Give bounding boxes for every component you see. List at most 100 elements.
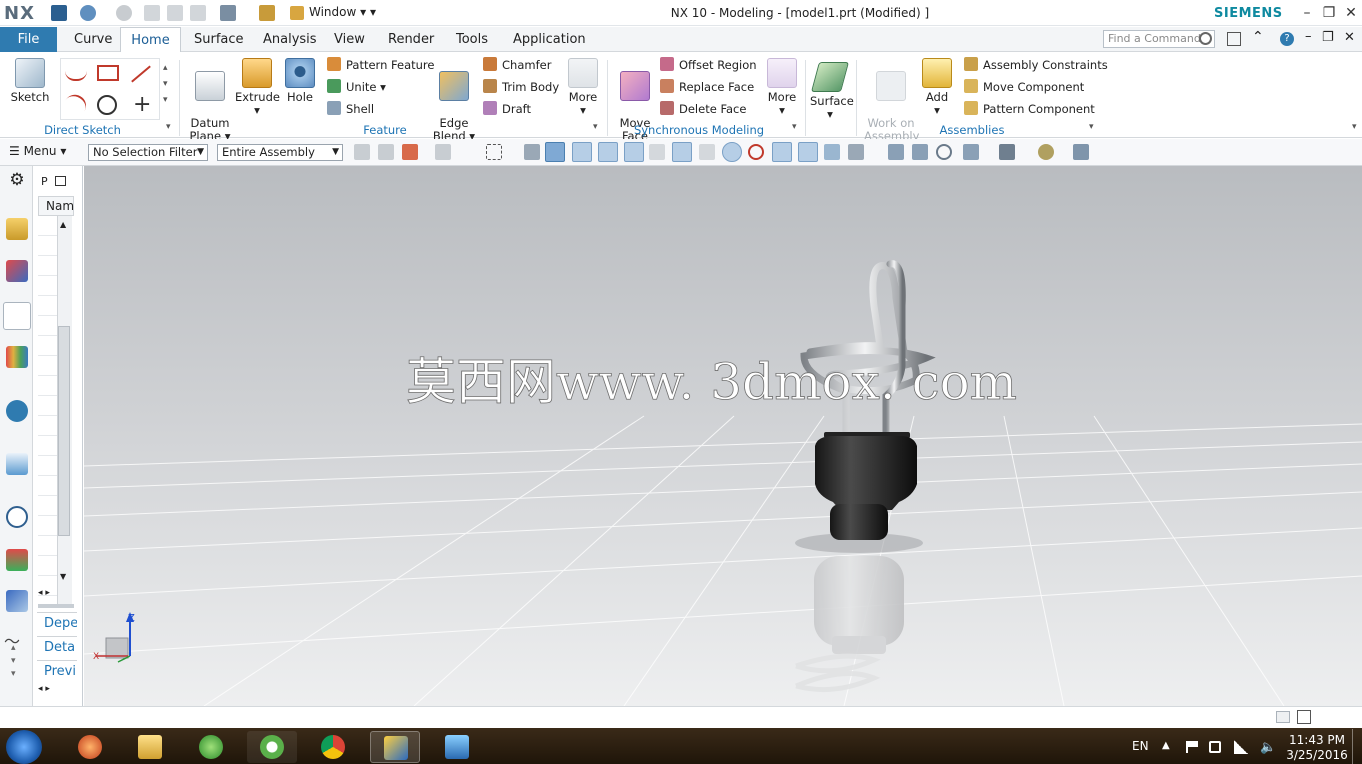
language-indicator[interactable]: EN <box>1132 739 1149 753</box>
rail-scroll[interactable]: ▴ ▾ ▾ <box>11 642 16 681</box>
save-icon[interactable] <box>51 5 67 21</box>
draft-button[interactable]: Draft <box>483 99 559 119</box>
midpoint-icon[interactable] <box>624 142 644 162</box>
selection-status-icon[interactable] <box>1276 711 1290 723</box>
pattern-component-button[interactable]: Pattern Component <box>964 99 1108 119</box>
power-icon[interactable] <box>1209 741 1221 753</box>
control-point-icon[interactable] <box>649 144 665 160</box>
arc-center-icon[interactable] <box>699 144 715 160</box>
reuse-library-icon[interactable] <box>6 346 28 368</box>
tab-render[interactable]: Render <box>380 27 442 52</box>
window-menu[interactable]: Window ▾ ▾ <box>309 5 376 19</box>
scroll-down-icon[interactable]: ▼ <box>60 572 66 581</box>
doc-close-icon[interactable]: ✕ <box>1344 30 1355 45</box>
section-scroll-arrows[interactable]: ◂ ▸ <box>38 684 50 694</box>
orient-view-icon[interactable] <box>963 144 979 160</box>
tab-tools[interactable]: Tools <box>448 27 496 52</box>
process-studio-icon[interactable] <box>6 590 28 612</box>
tab-view[interactable]: View <box>326 27 373 52</box>
volume-icon[interactable]: 🔈 <box>1260 740 1276 755</box>
minimize-button[interactable]: – <box>1298 4 1316 22</box>
tab-file[interactable]: File <box>0 27 57 52</box>
background-icon[interactable] <box>1038 144 1054 160</box>
tab-curve[interactable]: Curve <box>66 27 120 52</box>
search-icon[interactable] <box>1199 32 1212 45</box>
system-clock[interactable]: 11:43 PM 3/25/2016 <box>1286 733 1348 763</box>
collapse-ribbon-icon[interactable]: ⌃ <box>1252 29 1264 45</box>
system-materials-icon[interactable] <box>6 549 28 571</box>
tab-analysis[interactable]: Analysis <box>255 27 325 52</box>
chamfer-button[interactable]: Chamfer <box>483 55 559 75</box>
feature-more-button[interactable]: More ▾ <box>565 58 601 117</box>
undo-icon[interactable] <box>80 5 96 21</box>
taskbar-app-2[interactable] <box>125 731 175 763</box>
action-center-icon[interactable] <box>1186 741 1198 753</box>
start-button[interactable] <box>6 730 42 764</box>
clock-icon[interactable] <box>6 506 28 528</box>
name-column-header[interactable]: Nam <box>38 196 74 216</box>
intersection-point-icon[interactable] <box>672 142 692 162</box>
taskbar-app-5[interactable] <box>308 731 358 763</box>
replace-face-button[interactable]: Replace Face <box>660 77 757 97</box>
repeat-command-icon[interactable] <box>259 5 275 21</box>
taskbar-app-3[interactable] <box>186 731 236 763</box>
edit-section-icon[interactable] <box>1073 144 1089 160</box>
show-hidden-icons[interactable]: ▲ <box>1162 740 1170 751</box>
circle-center-icon[interactable] <box>722 142 742 162</box>
line-icon[interactable] <box>131 65 151 83</box>
taskbar-app-1[interactable] <box>65 731 115 763</box>
trim-body-button[interactable]: Trim Body <box>483 77 559 97</box>
details-section[interactable]: Deta <box>37 636 77 658</box>
hscroll-arrows[interactable]: ◂ ▸ <box>38 588 50 598</box>
cut-icon[interactable] <box>144 5 160 21</box>
menu-button[interactable]: ☰ Menu ▾ <box>9 144 66 158</box>
select-features-icon[interactable] <box>402 144 418 160</box>
settings-gear-icon[interactable]: ⚙ <box>6 170 28 192</box>
restore-button[interactable]: ❐ <box>1320 4 1338 22</box>
select-all-faces-icon[interactable] <box>545 142 565 162</box>
point-icon[interactable]: + <box>133 92 151 117</box>
feature-expander[interactable]: ▾ <box>593 122 598 132</box>
endpoint-icon[interactable] <box>598 142 618 162</box>
copy-icon[interactable] <box>167 5 183 21</box>
hole-button[interactable]: Hole <box>282 58 318 104</box>
panel-splitter[interactable] <box>38 604 74 608</box>
ribbon-overflow[interactable]: ▾ <box>1352 122 1357 132</box>
ribbon-options-icon[interactable] <box>1227 32 1241 46</box>
redo-icon[interactable] <box>116 5 132 21</box>
sync-more-button[interactable]: More ▾ <box>764 58 800 117</box>
offset-region-button[interactable]: Offset Region <box>660 55 757 75</box>
move-component-button[interactable]: Move Component <box>964 77 1108 97</box>
delete-face-button[interactable]: Delete Face <box>660 99 757 119</box>
existing-point-icon[interactable] <box>772 142 792 162</box>
profile-icon[interactable] <box>65 65 87 81</box>
snap-point-icon[interactable] <box>572 142 592 162</box>
tab-home[interactable]: Home <box>120 27 181 53</box>
extrude-button[interactable]: Extrude ▾ <box>235 58 280 117</box>
graphics-window[interactable]: 莫西网www. 3dmox. com Z X <box>84 166 1362 706</box>
quadrant-point-icon[interactable] <box>748 144 764 160</box>
sketch-gallery-scroll[interactable]: ▴ ▾ ▾ <box>163 60 168 108</box>
network-icon[interactable] <box>1234 740 1248 754</box>
work-on-assembly-button[interactable]: Work on Assembly <box>864 58 919 143</box>
add-component-button[interactable]: Add ▾ <box>920 58 954 117</box>
show-desktop-button[interactable] <box>1352 729 1362 764</box>
doc-minimize-icon[interactable]: – <box>1305 29 1312 44</box>
solid-body-icon[interactable] <box>524 144 540 160</box>
circle-icon[interactable] <box>97 95 117 115</box>
taskbar-app-4[interactable] <box>247 731 297 763</box>
point-on-curve-icon[interactable] <box>798 142 818 162</box>
assemblies-expander[interactable]: ▾ <box>1089 122 1094 132</box>
scroll-up-icon[interactable]: ▲ <box>60 220 66 229</box>
touch-mode-icon[interactable] <box>220 5 236 21</box>
doc-restore-icon[interactable]: ❐ <box>1322 30 1334 45</box>
bounded-grid-icon[interactable] <box>848 144 864 160</box>
constraint-navigator-icon[interactable] <box>6 260 28 282</box>
direct-sketch-expander[interactable]: ▾ <box>166 122 171 132</box>
rectangle-select-icon[interactable] <box>486 144 502 160</box>
taskbar-app-nx[interactable] <box>370 731 420 763</box>
sketch-button[interactable]: Sketch <box>10 58 50 104</box>
pattern-feature-button[interactable]: Pattern Feature <box>327 55 435 75</box>
rectangle-icon[interactable] <box>97 65 119 81</box>
arc-icon[interactable] <box>61 90 91 118</box>
